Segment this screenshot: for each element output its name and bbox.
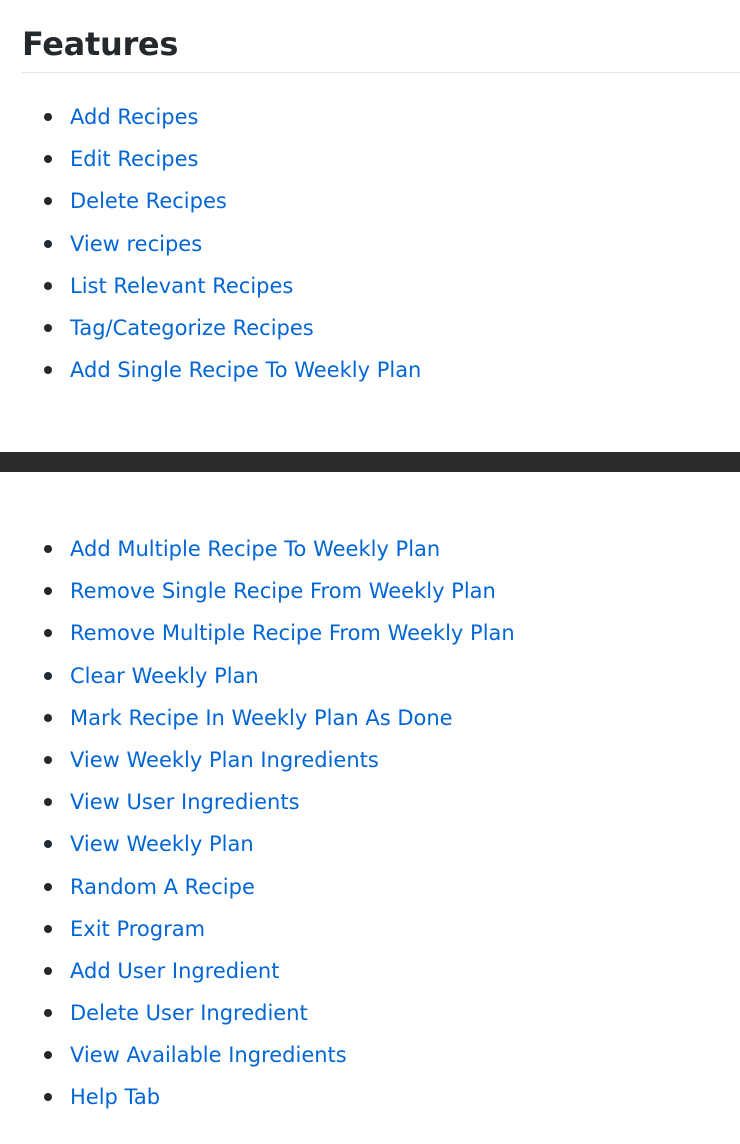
bullet-icon [44,1009,52,1018]
feature-link-view-user-ingredients[interactable]: View User Ingredients [70,781,300,823]
feature-link-add-multiple-recipe-to-weekly-plan[interactable]: Add Multiple Recipe To Weekly Plan [70,528,440,570]
bullet-icon [44,323,52,332]
bullet-icon [44,366,52,375]
bullet-icon [44,882,52,891]
feature-link-help-tab[interactable]: Help Tab [70,1076,160,1118]
feature-link-tag-categorize-recipes[interactable]: Tag/Categorize Recipes [70,307,314,349]
feature-link-remove-multiple-recipe-from-weekly-plan[interactable]: Remove Multiple Recipe From Weekly Plan [70,612,515,654]
bullet-icon [44,197,52,206]
bullet-icon [44,1093,52,1102]
horizontal-rule [0,452,740,472]
feature-link-list-relevant-recipes[interactable]: List Relevant Recipes [70,265,293,307]
feature-link-exit-program[interactable]: Exit Program [70,908,205,950]
bullet-icon [44,966,52,975]
bullet-icon [44,587,52,596]
feature-link-add-user-ingredient[interactable]: Add User Ingredient [70,950,279,992]
feature-link-delete-recipes[interactable]: Delete Recipes [70,180,227,222]
bullet-icon [44,840,52,849]
feature-link-edit-recipes[interactable]: Edit Recipes [70,138,198,180]
feature-link-mark-recipe-done[interactable]: Mark Recipe In Weekly Plan As Done [70,697,453,739]
bullet-icon [44,924,52,933]
feature-link-clear-weekly-plan[interactable]: Clear Weekly Plan [70,655,259,697]
bullet-icon [44,113,52,121]
feature-link-random-a-recipe[interactable]: Random A Recipe [70,866,255,908]
feature-link-delete-user-ingredient[interactable]: Delete User Ingredient [70,992,308,1034]
bullet-icon [44,798,52,807]
bullet-icon [44,713,52,722]
feature-link-add-recipes[interactable]: Add Recipes [70,96,198,138]
feature-link-view-available-ingredients[interactable]: View Available Ingredients [70,1034,347,1076]
bullet-icon [44,281,52,290]
feature-link-add-single-recipe-to-weekly-plan[interactable]: Add Single Recipe To Weekly Plan [70,349,421,391]
feature-link-remove-single-recipe-from-weekly-plan[interactable]: Remove Single Recipe From Weekly Plan [70,570,496,612]
bullet-icon [44,755,52,764]
bullet-icon [44,545,52,553]
bullet-icon [44,1051,52,1060]
feature-link-view-weekly-plan-ingredients[interactable]: View Weekly Plan Ingredients [70,739,379,781]
bullet-icon [44,155,52,164]
features-heading: Features [22,25,179,63]
bullet-icon [44,671,52,680]
heading-underline [22,72,740,73]
feature-link-view-weekly-plan[interactable]: View Weekly Plan [70,823,254,865]
feature-link-view-recipes[interactable]: View recipes [70,223,202,265]
bullet-icon [44,629,52,638]
bullet-icon [44,239,52,248]
